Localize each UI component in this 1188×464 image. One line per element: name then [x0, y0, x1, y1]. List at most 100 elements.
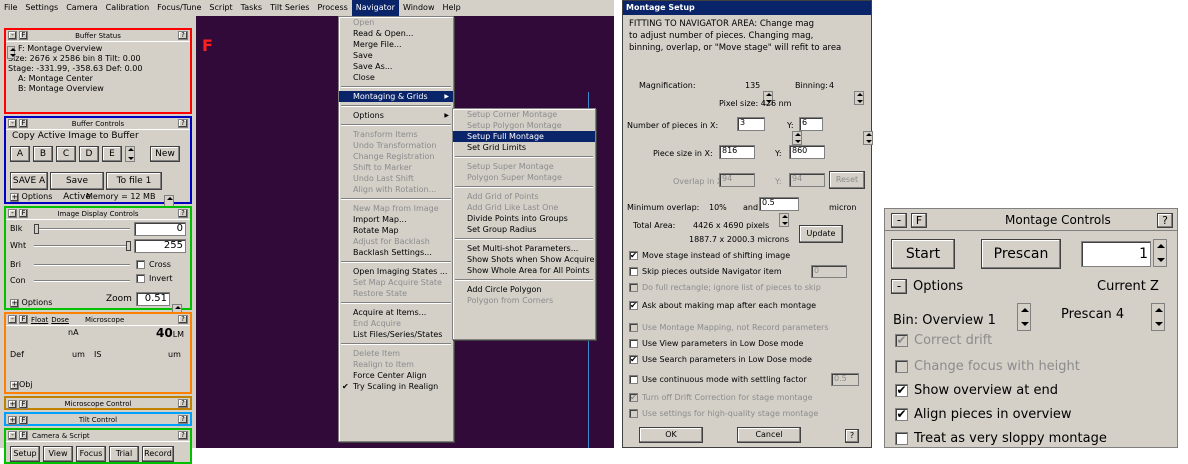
option-checkbox[interactable]: ✔: [629, 301, 638, 310]
current-z-spinner[interactable]: [1153, 239, 1167, 267]
menu-item-open-imaging-states[interactable]: Open Imaging States ...: [339, 266, 453, 277]
menu-item-show-whole-area-for-all-points[interactable]: Show Whole Area for All Points: [453, 265, 595, 276]
help-button[interactable]: ?: [178, 31, 188, 40]
pieces-x-spinner[interactable]: [792, 131, 803, 145]
menu-item-add-circle-polygon[interactable]: Add Circle Polygon: [453, 284, 595, 295]
piece-size-x-field[interactable]: 816: [719, 145, 755, 159]
help-button[interactable]: ?: [1157, 213, 1173, 228]
buffer-d-button[interactable]: D: [79, 146, 99, 162]
option-value-field[interactable]: 0.5: [831, 373, 859, 386]
float-checkbox-label[interactable]: Float: [31, 316, 48, 324]
buffer-b-button[interactable]: B: [33, 146, 53, 162]
menu-camera[interactable]: Camera: [62, 0, 101, 16]
menu-calibration[interactable]: Calibration: [102, 0, 154, 16]
brightness-slider[interactable]: [34, 264, 130, 266]
buffer-spinner[interactable]: [125, 146, 135, 162]
invert-checkbox[interactable]: [136, 274, 145, 283]
option-checkbox[interactable]: [629, 339, 638, 348]
menu-item-list-files-series-states[interactable]: List Files/Series/States: [339, 329, 453, 340]
option-checkbox[interactable]: [629, 283, 638, 292]
option-checkbox[interactable]: ✔: [629, 355, 638, 364]
montage-option-checkbox[interactable]: ✔: [895, 384, 908, 397]
menu-script[interactable]: Script: [205, 0, 236, 16]
pieces-y-field[interactable]: 6: [799, 117, 823, 131]
options-toggle[interactable]: -: [891, 279, 907, 294]
menu-item-try-scaling-in-realign[interactable]: Try Scaling in Realign ✔: [339, 381, 453, 392]
menu-item-import-map[interactable]: Import Map...: [339, 214, 453, 225]
record-button[interactable]: Record: [142, 446, 174, 462]
float-button[interactable]: F: [19, 415, 28, 425]
menu-focus-tune[interactable]: Focus/Tune: [153, 0, 205, 16]
help-button[interactable]: ?: [178, 209, 188, 218]
collapse-button[interactable]: -: [8, 119, 17, 128]
menu-item-divide-points-into-groups[interactable]: Divide Points into Groups: [453, 213, 595, 224]
float-button[interactable]: F: [19, 315, 28, 324]
montage-option-checkbox[interactable]: [895, 432, 908, 445]
new-button[interactable]: New: [150, 146, 180, 162]
min-overlap-micron-field[interactable]: 0.5: [759, 197, 799, 211]
update-button[interactable]: Update: [799, 225, 843, 243]
cancel-button[interactable]: Cancel: [737, 427, 801, 443]
menu-item-set-grid-limits[interactable]: Set Grid Limits: [453, 142, 595, 153]
collapse-button[interactable]: -: [891, 213, 907, 228]
menu-navigator[interactable]: Navigator: [351, 0, 399, 16]
menu-item-show-shots-when-show-acquire[interactable]: Show Shots when Show Acquire: [453, 254, 595, 265]
view-button[interactable]: View: [43, 446, 73, 462]
to-file-button[interactable]: To file 1: [106, 172, 162, 190]
overview-bin-spinner[interactable]: [1017, 303, 1031, 331]
menu-item-save[interactable]: Save: [339, 50, 453, 61]
white-slider[interactable]: [34, 245, 130, 247]
white-value-field[interactable]: 255: [134, 239, 186, 253]
options-toggle[interactable]: +: [10, 299, 19, 308]
focus-button[interactable]: Focus: [76, 446, 106, 462]
contrast-slider[interactable]: [34, 280, 130, 282]
option-checkbox[interactable]: [629, 323, 638, 332]
montage-option-checkbox[interactable]: ✔: [895, 408, 908, 421]
ok-button[interactable]: OK: [639, 427, 703, 443]
menu-file[interactable]: File: [0, 0, 21, 16]
option-value-field[interactable]: 0: [811, 265, 847, 278]
start-button[interactable]: Start: [891, 239, 955, 269]
buffer-c-button[interactable]: C: [56, 146, 76, 162]
menu-item-acquire-at-items[interactable]: Acquire at Items...: [339, 307, 453, 318]
white-slider-thumb[interactable]: [126, 241, 131, 251]
menu-item-montaging-grids[interactable]: Montaging & Grids ▶: [339, 91, 453, 102]
menu-tasks[interactable]: Tasks: [237, 0, 266, 16]
help-button[interactable]: ?: [178, 119, 188, 128]
zoom-field[interactable]: 0.51: [136, 292, 170, 306]
menu-item-set-multi-shot-parameters[interactable]: Set Multi-shot Parameters...: [453, 243, 595, 254]
prescan-bin-spinner[interactable]: [1151, 303, 1165, 331]
setup-button[interactable]: Setup: [10, 446, 40, 462]
trial-button[interactable]: Trial: [109, 446, 139, 462]
expand-button[interactable]: +: [8, 415, 17, 425]
overlap-y-field[interactable]: 94: [789, 173, 825, 187]
menu-item-read-open[interactable]: Read & Open...: [339, 28, 453, 39]
float-button[interactable]: F: [19, 431, 28, 440]
help-button[interactable]: ?: [845, 429, 859, 443]
menu-item-force-center-align[interactable]: Force Center Align: [339, 370, 453, 381]
menu-tilt-series[interactable]: Tilt Series: [266, 0, 313, 16]
option-checkbox[interactable]: ✔: [629, 251, 638, 260]
menu-item-close[interactable]: Close: [339, 72, 453, 83]
menu-item-backlash-settings[interactable]: Backlash Settings...: [339, 247, 453, 258]
menu-item-setup-full-montage[interactable]: Setup Full Montage: [453, 131, 595, 142]
min-overlap-spinner[interactable]: [779, 213, 790, 227]
collapse-button[interactable]: -: [8, 431, 17, 440]
save-active-button[interactable]: Save Active: [50, 172, 104, 202]
buffer-spinner[interactable]: [7, 46, 16, 59]
buffer-a-button[interactable]: A: [10, 146, 30, 162]
option-checkbox[interactable]: [629, 375, 638, 384]
option-checkbox[interactable]: ✔: [629, 393, 638, 402]
help-button[interactable]: ?: [178, 431, 188, 440]
expand-button[interactable]: +: [8, 399, 17, 409]
menu-item-merge-file[interactable]: Merge File...: [339, 39, 453, 50]
binning-spinner[interactable]: [853, 91, 864, 105]
collapse-button[interactable]: -: [8, 31, 17, 40]
menu-item-set-group-radius[interactable]: Set Group Radius: [453, 224, 595, 235]
options-toggle[interactable]: +: [10, 381, 19, 390]
montage-option-checkbox[interactable]: [895, 360, 908, 373]
pieces-y-spinner[interactable]: [862, 131, 873, 145]
help-button[interactable]: ?: [178, 315, 188, 324]
menu-help[interactable]: Help: [439, 0, 465, 16]
menu-item-rotate-map[interactable]: Rotate Map: [339, 225, 453, 236]
